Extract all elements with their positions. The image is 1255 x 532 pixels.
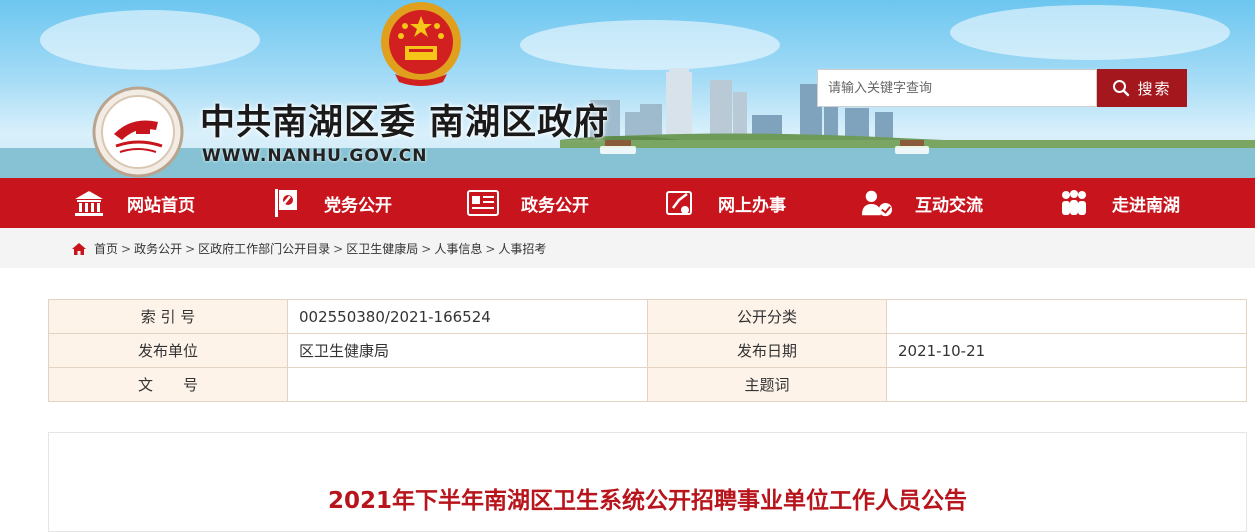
header-banner: 中共南湖区委 南湖区政府 WWW.NANHU.GOV.CN 搜索 [0, 0, 1255, 178]
table-row: 文 号 主题词 [48, 367, 1247, 402]
meta-key-publish-date: 发布日期 [647, 333, 887, 368]
nav-item-label: 党务公开 [324, 195, 392, 216]
document-meta-table: 索 引 号 002550380/2021-166524 公开分类 发布单位 区卫… [48, 299, 1247, 402]
meta-key-index-number: 索 引 号 [48, 299, 288, 334]
breadcrumb-separator: > [185, 241, 196, 256]
home-icon [72, 242, 86, 255]
search-icon [1113, 80, 1130, 97]
breadcrumb-link-dept-directory[interactable]: 区政府工作部门公开目录 [198, 240, 330, 257]
search-button-label: 搜索 [1137, 79, 1172, 98]
meta-key-publisher: 发布单位 [48, 333, 288, 368]
nav-item-gov-affairs[interactable]: 政务公开 [467, 178, 664, 228]
breadcrumb-bar: 首页 > 政务公开 > 区政府工作部门公开目录 > 区卫生健康局 > 人事信息 > 人事招… [0, 228, 1255, 268]
breadcrumb-separator: > [333, 241, 344, 256]
breadcrumb-link-personnel-info[interactable]: 人事信息 [434, 240, 482, 257]
home-building-icon [73, 187, 105, 219]
nanhu-logo-icon [92, 86, 184, 178]
table-row: 索 引 号 002550380/2021-166524 公开分类 [48, 299, 1247, 334]
national-emblem-icon [381, 2, 461, 86]
search-input[interactable] [818, 70, 1096, 106]
meta-key-keywords: 主题词 [647, 367, 887, 402]
nav-item-party[interactable]: 党务公开 [270, 178, 467, 228]
search-button[interactable]: 搜索 [1097, 69, 1187, 107]
document-list-icon [467, 187, 499, 219]
site-title: 中共南湖区委 南湖区政府 [200, 103, 610, 143]
article-container: 2021年下半年南湖区卫生系统公开招聘事业单位工作人员公告 [48, 432, 1247, 532]
meta-value-publisher: 区卫生健康局 [287, 333, 648, 368]
nav-item-label: 政务公开 [521, 195, 589, 216]
breadcrumb-separator: > [421, 241, 432, 256]
breadcrumb-link-home[interactable]: 首页 [94, 240, 118, 257]
nav-item-home[interactable]: 网站首页 [73, 178, 270, 228]
meta-value-keywords [886, 367, 1247, 402]
breadcrumb-link-recruitment[interactable]: 人事招考 [498, 240, 546, 257]
nav-item-label: 网站首页 [127, 195, 195, 216]
meta-value-category [886, 299, 1247, 334]
nav-item-label: 互动交流 [915, 195, 983, 216]
meta-value-doc-number [287, 367, 648, 402]
nav-item-about-nanhu[interactable]: 走进南湖 [1058, 178, 1255, 228]
user-chat-icon [861, 187, 893, 219]
meta-value-publish-date: 2021-10-21 [886, 333, 1247, 368]
party-flag-icon [270, 187, 302, 219]
meta-key-category: 公开分类 [647, 299, 887, 334]
meta-key-doc-number: 文 号 [48, 367, 288, 402]
online-service-icon [664, 187, 696, 219]
nav-item-online-service[interactable]: 网上办事 [664, 178, 861, 228]
breadcrumb: 首页 > 政务公开 > 区政府工作部门公开目录 > 区卫生健康局 > 人事信息 > 人事招… [72, 240, 546, 257]
nav-item-interaction[interactable]: 互动交流 [861, 178, 1058, 228]
nav-item-label: 网上办事 [718, 195, 786, 216]
breadcrumb-link-gov-affairs[interactable]: 政务公开 [134, 240, 182, 257]
table-row: 发布单位 区卫生健康局 发布日期 2021-10-21 [48, 333, 1247, 368]
main-nav: 网站首页 党务公开 政务公开 网上办事 互动交流 走进南湖 [0, 178, 1255, 228]
breadcrumb-separator: > [121, 241, 132, 256]
site-url: WWW.NANHU.GOV.CN [202, 146, 428, 166]
search-box [817, 69, 1097, 107]
meta-value-index-number: 002550380/2021-166524 [287, 299, 648, 334]
nav-item-label: 走进南湖 [1112, 195, 1180, 216]
breadcrumb-separator: > [485, 241, 496, 256]
breadcrumb-link-health-bureau[interactable]: 区卫生健康局 [346, 240, 418, 257]
people-group-icon [1058, 187, 1090, 219]
